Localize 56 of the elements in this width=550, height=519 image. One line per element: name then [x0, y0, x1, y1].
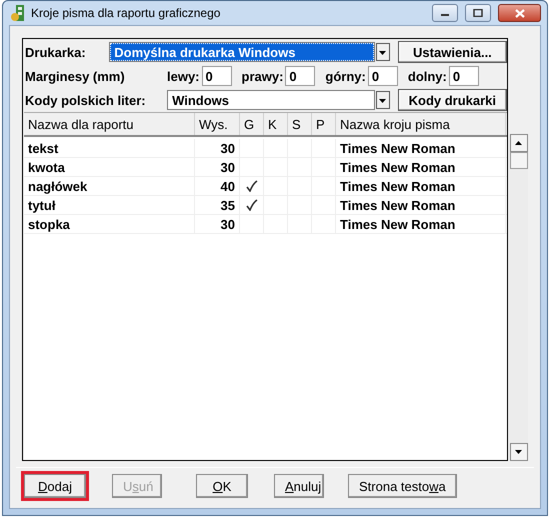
column-header[interactable]: K: [264, 113, 288, 135]
margin-field[interactable]: 0: [202, 66, 232, 86]
table-cell: 30: [195, 139, 240, 157]
action-button[interactable]: OK: [196, 474, 248, 498]
window-title: Kroje pisma dla raportu graficznego: [31, 6, 222, 20]
down-arrow-icon: [514, 449, 523, 455]
margin-label: dolny:: [408, 68, 447, 84]
table-cell: 40: [195, 177, 240, 195]
margin-field[interactable]: 0: [285, 66, 316, 86]
table-cell: Times New Roman: [336, 196, 506, 214]
minimize-button[interactable]: [432, 4, 458, 22]
margin-field[interactable]: 0: [448, 66, 479, 86]
action-button[interactable]: Strona testowa: [348, 474, 457, 498]
settings-button[interactable]: Ustawienia...: [398, 41, 507, 63]
margin-field[interactable]: 0: [368, 66, 398, 86]
table-cell: nagłówek: [24, 177, 195, 195]
table-cell: Times New Roman: [336, 158, 506, 176]
scroll-down-button[interactable]: [510, 443, 528, 461]
column-header[interactable]: Nazwa dla raportu: [24, 113, 195, 135]
table-cell: 30: [195, 158, 240, 176]
column-header[interactable]: S: [288, 113, 312, 135]
close-button[interactable]: [498, 4, 541, 22]
column-header[interactable]: G: [240, 113, 264, 135]
action-button[interactable]: Anuluj: [274, 474, 324, 498]
app-icon: [11, 4, 25, 22]
column-header[interactable]: P: [312, 113, 336, 135]
dropdown-button[interactable]: [376, 43, 390, 61]
table-cell: 35: [195, 196, 240, 214]
table-cell: stopka: [24, 215, 195, 233]
table-cell: Times New Roman: [336, 215, 506, 233]
maximize-icon: [473, 9, 483, 17]
table-cell: tekst: [24, 139, 195, 157]
dropdown-button[interactable]: [376, 91, 390, 109]
close-icon: [514, 8, 524, 18]
action-button[interactable]: Dodaj: [24, 474, 86, 498]
column-header[interactable]: Nazwa kroju pisma: [336, 113, 506, 135]
printer-codes-button[interactable]: Kody drukarki: [398, 89, 507, 111]
encoding-dropdown[interactable]: Windows: [167, 90, 375, 110]
table-cell: Times New Roman: [336, 177, 506, 195]
margin-label: prawy:: [242, 68, 284, 84]
maximize-button[interactable]: [465, 4, 491, 22]
scroll-up-button[interactable]: [510, 134, 528, 152]
scroll-thumb[interactable]: [510, 152, 528, 169]
column-header[interactable]: Wys.: [195, 113, 240, 135]
table-cell: tytuł: [24, 196, 195, 214]
printer-dropdown[interactable]: Domyślna drukarka Windows: [109, 42, 375, 62]
table-cell: Times New Roman: [336, 139, 506, 157]
printer-label: Drukarka:: [25, 44, 87, 60]
table-cell: 30: [195, 215, 240, 233]
table-cell: kwota: [24, 158, 195, 176]
margin-label: górny:: [325, 68, 366, 84]
scrollbar[interactable]: [509, 134, 528, 461]
margins-label: Marginesy (mm): [25, 68, 126, 84]
up-arrow-icon: [514, 140, 523, 146]
margin-label: lewy:: [167, 68, 200, 84]
encoding-label: Kody polskich liter:: [25, 92, 147, 108]
